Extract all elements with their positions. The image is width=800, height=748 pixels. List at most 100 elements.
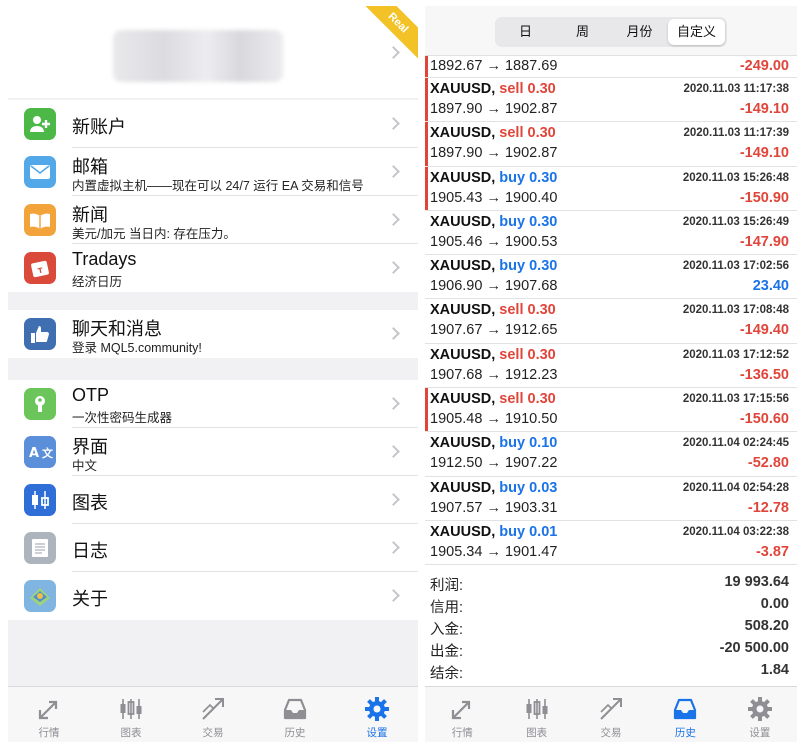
settings-item-title: 图表 — [72, 493, 108, 513]
settings-item-subtitle: 内置虚拟主机——现在可以 24/7 运行 EA 交易和信号 — [72, 179, 364, 193]
settings-item-new-account[interactable]: 新账户 — [8, 100, 418, 148]
tab-label: 设置 — [749, 727, 771, 739]
tab-chart-candles[interactable]: 图表 — [90, 687, 172, 742]
news-icon — [24, 204, 56, 236]
deal-side-volume: sell 0.30 — [499, 346, 556, 363]
history-icon — [282, 696, 308, 722]
deal-symbol: XAUUSD, buy 0.30 — [430, 258, 557, 274]
settings-item-subtitle: 经济日历 — [72, 275, 123, 289]
settings-item-language[interactable]: A 文界面 中文 — [8, 428, 418, 476]
bottom-tab-bar: 行情 图表 交易 历史 设置 — [425, 686, 797, 742]
chevron-right-icon — [387, 541, 400, 554]
deal-row[interactable]: XAUUSD, buy 0.30 2020.11.03 17:02:56 1906.… — [425, 255, 797, 300]
deal-symbol: XAUUSD, buy 0.03 — [430, 480, 557, 496]
chat-icon — [24, 318, 56, 350]
deal-side-volume: sell 0.30 — [499, 125, 556, 142]
deal-side-volume: sell 0.30 — [499, 81, 556, 97]
tab-quotes[interactable]: 行情 — [425, 687, 499, 742]
deal-row[interactable]: XAUUSD, buy 0.10 2020.11.04 02:24:45 1912.… — [425, 432, 797, 477]
settings-item-tradays[interactable]: T Tradays 经济日历 — [8, 244, 418, 292]
deal-row[interactable]: XAUUSD, buy 0.30 2020.11.03 15:26:48 1905.… — [425, 166, 797, 211]
tab-trade[interactable]: 交易 — [172, 687, 254, 742]
deal-profit: -12.78 — [747, 499, 789, 516]
summary-label: 利润: — [430, 578, 464, 594]
deal-symbol: XAUUSD, sell 0.30 — [430, 391, 556, 407]
account-header[interactable]: Real — [8, 6, 418, 98]
deal-profit: -147.90 — [739, 233, 789, 250]
settings-item-news[interactable]: 新闻 美元/加元 当日内: 存在压力。 — [8, 196, 418, 244]
period-option[interactable]: 月份 — [611, 19, 668, 45]
period-option[interactable]: 日 — [497, 19, 554, 45]
deal-prices: 1905.48 → 1910.50 — [430, 411, 558, 428]
journal-icon — [24, 532, 56, 564]
settings-item-journal[interactable]: 日志 — [8, 524, 418, 572]
deal-profit: -249.00 — [739, 58, 789, 74]
deal-row[interactable]: XAUUSD, buy 0.03 2020.11.04 02:54:28 1907.… — [425, 477, 797, 521]
chevron-right-icon — [387, 327, 400, 340]
deal-row[interactable]: XAUUSD, buy 0.30 2020.11.03 15:26:49 1905.… — [425, 211, 797, 256]
settings-item-mail[interactable]: 邮箱 内置虚拟主机——现在可以 24/7 运行 EA 交易和信号 — [8, 148, 418, 196]
deal-side-volume: buy 0.01 — [499, 523, 558, 540]
settings-item-otp[interactable]: OTP 一次性密码生成器 — [8, 380, 418, 428]
deal-time: 2020.11.03 17:15:56 — [682, 393, 789, 406]
deal-symbol-name: XAUUSD, — [430, 81, 496, 97]
deal-row[interactable]: 1892.67 → 1887.69 -249.00 — [425, 56, 797, 78]
tab-history[interactable]: 历史 — [648, 687, 722, 742]
settings-item-title: 关于 — [72, 589, 108, 609]
tab-history[interactable]: 历史 — [254, 687, 336, 742]
period-option[interactable]: 周 — [554, 19, 611, 45]
deal-symbol: XAUUSD, sell 0.30 — [430, 81, 556, 97]
period-option[interactable]: 自定义 — [668, 19, 725, 45]
deal-symbol-name: XAUUSD, — [430, 302, 496, 319]
deal-time: 2020.11.03 11:17:39 — [683, 127, 789, 140]
settings-item-subtitle: 中文 — [72, 459, 98, 473]
tab-gear[interactable]: 设置 — [336, 687, 418, 742]
settings-item-chat[interactable]: 聊天和消息 登录 MQL5.community! — [8, 310, 418, 358]
trade-icon — [200, 696, 226, 722]
deal-row[interactable]: XAUUSD, sell 0.30 2020.11.03 17:15:56 1905… — [425, 388, 797, 433]
settings-item-about[interactable]: 关于 — [8, 572, 418, 620]
deal-side-volume: buy 0.10 — [499, 435, 558, 452]
bottom-tab-bar: 行情 图表 交易 历史 设置 — [8, 686, 418, 742]
deal-symbol-name: XAUUSD, — [430, 169, 496, 186]
tab-label: 图表 — [526, 727, 548, 739]
tab-trade[interactable]: 交易 — [574, 687, 648, 742]
tab-label: 交易 — [202, 727, 224, 739]
deal-row[interactable]: XAUUSD, sell 0.30 2020.11.03 11:17:38 1897… — [425, 78, 797, 123]
real-account-ribbon: Real — [357, 6, 418, 64]
chevron-right-icon — [387, 117, 400, 130]
tab-label: 历史 — [674, 727, 696, 739]
deal-row[interactable]: XAUUSD, sell 0.30 2020.11.03 11:17:39 1897… — [425, 122, 797, 167]
summary-label: 信用: — [430, 600, 464, 616]
deal-time: 2020.11.04 03:22:38 — [682, 525, 789, 538]
deals-list: 1892.67 → 1887.69 -249.00 XAUUSD, sell 0.3… — [425, 56, 797, 566]
chevron-right-icon — [387, 589, 400, 602]
chevron-right-icon — [387, 493, 400, 506]
deal-symbol-name: XAUUSD, — [430, 125, 496, 142]
chart-candles-icon — [524, 696, 550, 722]
summary-row: 利润: 19 993.64 — [425, 574, 797, 596]
tab-chart-candles[interactable]: 图表 — [499, 687, 573, 742]
deal-time: 2020.11.03 15:26:49 — [682, 215, 789, 228]
deal-symbol: XAUUSD, sell 0.30 — [430, 347, 556, 363]
summary-row: 结余: 1.84 — [425, 662, 797, 684]
tab-quotes[interactable]: 行情 — [8, 687, 90, 742]
tab-label: 行情 — [451, 727, 473, 739]
chart-candles-icon — [118, 696, 144, 722]
summary-row: 入金: 508.20 — [425, 618, 797, 640]
deal-profit: -150.90 — [739, 189, 789, 206]
chart-icon — [24, 484, 56, 516]
summary-value: 19 993.64 — [724, 574, 789, 590]
deal-row[interactable]: XAUUSD, buy 0.01 2020.11.04 03:22:38 1905.… — [425, 521, 797, 566]
tab-gear[interactable]: 设置 — [723, 687, 797, 742]
deal-row[interactable]: XAUUSD, sell 0.30 2020.11.03 17:12:52 1907… — [425, 344, 797, 389]
deal-row[interactable]: XAUUSD, sell 0.30 2020.11.03 17:08:48 1907… — [425, 299, 797, 344]
deal-time: 2020.11.03 15:26:48 — [682, 171, 789, 184]
settings-item-chart[interactable]: 图表 — [8, 476, 418, 524]
history-summary: 利润: 19 993.64 信用: 0.00 入金: 508.20 出金: -20 500.0… — [425, 574, 797, 684]
tab-label: 图表 — [120, 727, 142, 739]
deal-symbol: XAUUSD, buy 0.10 — [430, 435, 557, 451]
summary-value: -20 500.00 — [719, 640, 789, 656]
settings-screen: Real 新账户 邮箱 内置虚拟主机——现在可以 24/7 运行 EA 交易和信号新… — [8, 6, 418, 742]
deal-prices: 1905.43 → 1900.40 — [430, 189, 558, 206]
